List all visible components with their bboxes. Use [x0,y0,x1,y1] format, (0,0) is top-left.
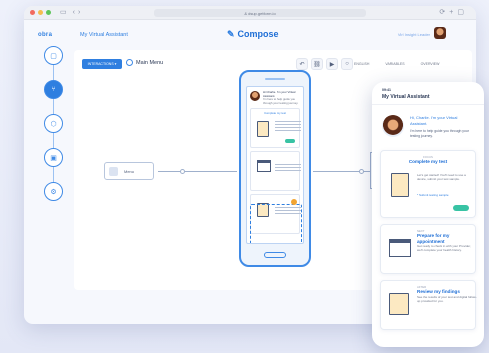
browser-titlebar: ▭ ‹ › ◐ & dsup.getform.io ⟳+▢ [24,6,476,20]
flow-phone-preview[interactable]: Hi Charlie. I'm your Virtual Assistant. … [239,70,311,267]
page-title: ✎ Compose [227,29,279,40]
task-card[interactable]: Complete my test [250,108,301,149]
card-text: Let's get started! You'll need to use a … [417,173,466,182]
mobile-preview: 09:41 My Virtual Assistant Hi, Charlie. … [372,82,484,347]
comment-icon[interactable]: ○ [341,58,353,70]
avatar[interactable] [434,27,446,39]
assistant-avatar [382,115,404,137]
back-icon[interactable]: ‹ [73,9,75,16]
card-title: Prepare for my appointment [417,233,450,244]
browser-actions: ⟳+▢ [439,8,468,16]
card-text-lines [275,121,301,133]
page-title-text: Compose [237,29,279,39]
cursor-icon: ☝ [302,199,303,207]
task-card-appointment[interactable]: NEXT Prepare for my appointment Get read… [380,224,476,275]
start-button[interactable] [453,205,469,212]
selection-highlight [250,204,302,243]
flow-node-label: Menu [124,168,135,174]
task-card-findings[interactable]: AFTER Review my findings See the results… [380,280,477,331]
address-bar[interactable]: & dsup.getform.io [154,9,366,17]
maximize-window-button[interactable] [46,10,51,15]
forward-icon[interactable]: › [78,9,80,16]
assistant-greeting: Hi, Charlie. I'm your Virtual Assistant. [410,115,458,126]
close-window-button[interactable] [30,10,35,15]
card-link[interactable]: * Submit testing sample [417,193,449,197]
task-card-title: Complete my test [264,111,286,116]
task-card-complete-test[interactable]: FOCUS Complete my test Let's get started… [380,150,476,219]
microscope-icon [389,293,409,316]
connector-line [185,171,237,172]
compose-icon: ✎ [227,29,235,39]
connector-port[interactable] [359,169,364,174]
phone-screen: Hi Charlie. I'm your Virtual Assistant. … [246,86,304,244]
connector-line [158,171,180,172]
add-step-icon[interactable] [291,199,297,205]
card-text-lines [275,164,301,173]
assistant-avatar [250,91,260,101]
user-name[interactable]: Virl Insight Leader [398,32,430,37]
card-action-button[interactable] [285,139,295,144]
link-icon[interactable]: ⛓ [311,58,323,70]
reload-icon[interactable]: ⟳ [439,9,449,16]
flow-icon[interactable]: ⑂ [44,80,63,99]
minimize-window-button[interactable] [38,10,43,15]
app-logo[interactable]: obra [38,32,52,38]
clipboard-icon [391,173,409,198]
tab-variables[interactable]: VARIABLES [385,62,404,66]
main-menu-title: Main Menu [126,59,163,66]
card-title: Complete my test [408,159,448,165]
phone-home-button [264,252,286,258]
chat-icon[interactable]: ▢ [44,46,63,65]
status-time: 09:41 [382,88,391,92]
play-icon[interactable]: ▶ [326,58,338,70]
assistant-subtext: I'm here to help guide you through your … [410,129,469,138]
card-text: See the results of your test and digital… [417,294,477,303]
tab-english[interactable]: ENGLISH [354,62,369,66]
task-card[interactable] [250,151,301,192]
app-header: obra My Virtual Assistant ✎ Compose Virl … [24,20,476,50]
sidebar-toggle-icon[interactable]: ▭ [60,9,67,16]
calendar-icon [257,160,271,173]
branch-connector [370,152,371,188]
settings-icon[interactable]: ⚙ [44,182,63,201]
calendar-icon [389,239,411,258]
clipboard-icon [257,121,269,138]
main-menu-label: Main Menu [136,59,164,66]
step-rail: ▢ ⑂ ⬡ ▣ ⚙ [42,46,66,206]
undo-icon[interactable]: ↶ [296,58,308,70]
menu-node-icon [126,59,133,66]
box-icon[interactable]: ⬡ [44,114,63,133]
tab-overview[interactable]: OVERVIEW [421,62,440,66]
canvas-toolbar: ↶ ⛓ ▶ ○ [296,58,353,70]
phone-notch [265,78,285,80]
address-text: & dsup.getform.io [244,10,276,16]
assistant-message: Hi Charlie. I'm your Virtual Assistant. … [250,90,300,105]
assistant-title[interactable]: My Virtual Assistant [80,32,128,38]
menu-node-icon [109,166,118,176]
assistant-subtext: I'm here to help guide you through your … [263,97,299,105]
mobile-header-title: My Virtual Assistant [372,92,484,105]
lock-icon[interactable]: ▣ [44,148,63,167]
card-text: Get ready to check in with your Provider… [417,244,471,253]
menu-flow-node[interactable]: Menu [104,162,154,180]
assistant-message: Hi, Charlie. I'm your Virtual Assistant.… [372,105,484,144]
canvas-tabs: ENGLISH VARIABLES OVERVIEW [354,62,439,66]
interactions-dropdown[interactable]: INTERACTIONS ▾ [82,59,122,69]
tabs-icon[interactable]: ▢ [457,9,468,16]
